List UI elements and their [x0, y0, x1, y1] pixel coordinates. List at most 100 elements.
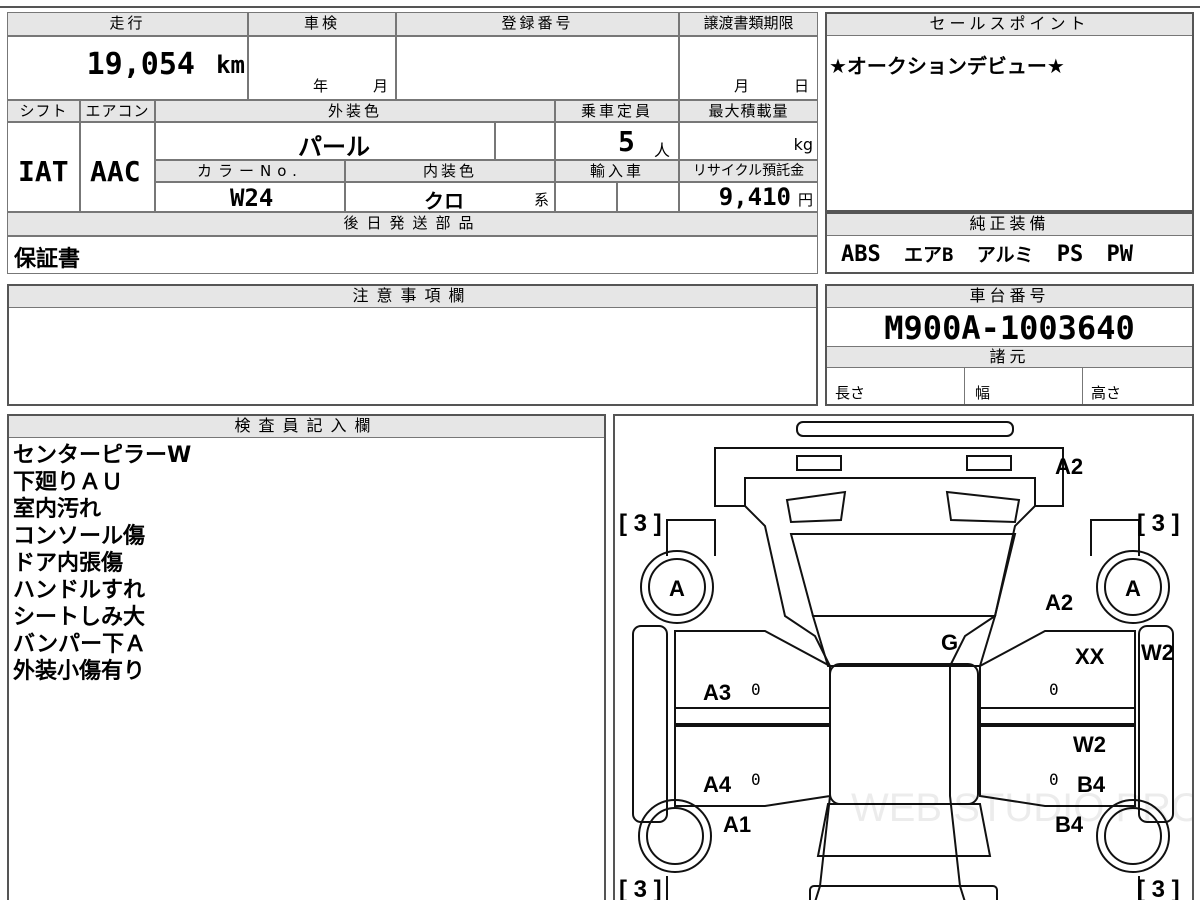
tire-tread-front-left: [ 3 ] — [619, 510, 662, 537]
equipment-abs: ABS — [841, 242, 881, 267]
inspector-note: 下廻りＡＵ — [13, 470, 124, 495]
sales-points-header: セールスポイント — [827, 14, 1192, 36]
tire-tread-front-right: [ 3 ] — [1137, 510, 1180, 537]
fender-rear-right-mark: B4 — [1055, 812, 1084, 837]
import-header: 輸入車 — [555, 160, 679, 182]
zero-mark-rear-right: 0 — [1049, 770, 1059, 789]
shaken-month-unit: 月 — [373, 77, 389, 95]
recycle-unit: 円 — [797, 191, 813, 209]
sill-right-mark: W2 — [1141, 640, 1174, 665]
max-load-cell: kg — [679, 122, 818, 160]
inspector-header: 検査員記入欄 — [9, 416, 604, 438]
equipment-list: ABS エアB アルミ PS PW — [841, 240, 1133, 267]
zero-mark-front-right: 0 — [1049, 680, 1059, 699]
max-load-unit: kg — [793, 135, 813, 154]
tire-tread-rear-right: [ 3 ] — [1137, 876, 1180, 900]
inspector-note: 室内汚れ — [13, 497, 102, 522]
inspector-note: 外装小傷有り — [13, 659, 146, 684]
watermark: WEB STUDIO PRO — [851, 786, 1194, 830]
rear-door-left-mark: A4 — [703, 772, 732, 797]
equipment-airbag: エアB — [904, 244, 954, 266]
fender-front-right-mark: A2 — [1045, 590, 1074, 615]
transfer-deadline-header: 譲渡書類期限 — [679, 12, 818, 36]
wheel-front-right-mark: A — [1125, 576, 1141, 601]
vehicle-info-panel: 走行 車検 登録番号 譲渡書類期限 19,054 km 年 月 月 日 シフト … — [7, 12, 818, 274]
front-door-right-mark: XX — [1075, 644, 1105, 669]
exterior-color-extra-cell — [495, 122, 555, 160]
spec-length: 長さ — [827, 368, 965, 404]
shaken-cell: 年 月 — [248, 36, 396, 100]
later-parts-cell: 保証書 — [7, 236, 818, 274]
shift-header: シフト — [7, 100, 80, 122]
later-parts-value: 保証書 — [14, 247, 81, 272]
transfer-day-unit: 日 — [794, 77, 810, 95]
equipment-pw: PW — [1106, 242, 1134, 267]
shaken-header: 車検 — [248, 12, 396, 36]
inspector-note: バンパー下Ａ — [13, 632, 147, 657]
chassis-panel: 車台番号 M900A-1003640 諸元 長さ 幅 高さ — [825, 284, 1194, 406]
mileage-header: 走行 — [7, 12, 248, 36]
equipment-alloy: アルミ — [976, 244, 1034, 266]
exterior-color-header: 外装色 — [155, 100, 555, 122]
zero-mark-rear-left: 0 — [751, 770, 761, 789]
shift-cell: IAT — [7, 122, 80, 212]
inspector-note: コンソール傷 — [13, 524, 146, 549]
shift-value: IAT — [18, 155, 69, 188]
windshield-mark: G — [941, 630, 959, 655]
max-load-header: 最大積載量 — [679, 100, 818, 122]
equipment-ps: PS — [1056, 242, 1084, 267]
fender-rear-left-mark: A1 — [723, 812, 752, 837]
caution-panel: 注意事項欄 — [7, 284, 818, 406]
capacity-value: 5 — [618, 125, 635, 158]
inspector-note: ハンドルすれ — [13, 578, 146, 603]
mileage-value: 19,054 — [86, 47, 195, 82]
mileage-cell: 19,054 km — [7, 36, 248, 100]
tire-tread-rear-left: [ 3 ] — [619, 876, 662, 900]
interior-color-cell: クロ 系 — [345, 182, 555, 213]
import-cell-b — [617, 182, 679, 212]
front-door-left-mark: A3 — [703, 680, 732, 705]
transfer-month-unit: 月 — [734, 77, 750, 95]
interior-color-value: クロ — [424, 189, 464, 213]
aircon-header: エアコン — [80, 100, 155, 122]
transfer-deadline-cell: 月 日 — [679, 36, 818, 100]
interior-color-header: 内装色 — [345, 160, 555, 182]
rear-door-right-mark: B4 — [1077, 772, 1106, 797]
recycle-cell: 9,410 円 — [679, 182, 818, 212]
shaken-year-unit: 年 — [313, 77, 329, 95]
capacity-cell: 5 人 — [555, 122, 679, 160]
inspector-panel: 検査員記入欄 センターピラーW 下廻りＡＵ 室内汚れ コンソール傷 ドア内張傷 … — [7, 414, 606, 900]
top-cropped-strip — [0, 0, 1200, 8]
import-cell-a — [555, 182, 617, 212]
spec-length-label: 長さ — [835, 384, 866, 402]
aircon-cell: AAC — [80, 122, 155, 212]
recycle-header: リサイクル預託金 — [679, 160, 818, 182]
spec-height: 高さ — [1083, 368, 1192, 404]
zero-mark-front-left: 0 — [751, 680, 761, 699]
color-no-cell: W24 — [155, 182, 345, 212]
mileage-unit: km — [216, 51, 245, 79]
caution-header: 注意事項欄 — [9, 286, 816, 308]
rear-door-right-upper-mark: W2 — [1073, 732, 1106, 757]
sales-points-text: ★オークションデビュー★ — [829, 54, 1065, 78]
aircon-value: AAC — [90, 155, 141, 188]
chassis-number: M900A-1003640 — [884, 309, 1135, 347]
sales-points-panel: セールスポイント ★オークションデビュー★ — [825, 12, 1194, 212]
capacity-unit: 人 — [654, 141, 671, 160]
spec-width: 幅 — [965, 368, 1083, 404]
damage-diagram-panel: WEB STUDIO PRO [ 3 ] [ 3 ] [ 3 ] [ 3 ] A… — [613, 414, 1194, 900]
wheel-front-left-mark: A — [669, 576, 685, 601]
spec-height-label: 高さ — [1091, 384, 1122, 402]
spec-width-label: 幅 — [975, 384, 991, 402]
later-parts-header: 後日発送部品 — [7, 212, 818, 236]
inspector-note: ドア内張傷 — [13, 551, 124, 576]
exterior-color-cell: パール — [155, 122, 495, 161]
front-bumper-mark: A2 — [1055, 454, 1084, 479]
registration-header: 登録番号 — [396, 12, 679, 36]
exterior-color-value: パール — [298, 133, 370, 161]
inspector-note: センターピラーW — [13, 443, 192, 468]
chassis-header: 車台番号 — [827, 286, 1192, 308]
recycle-value: 9,410 — [718, 183, 791, 211]
interior-color-suffix: 系 — [534, 191, 550, 209]
registration-cell — [396, 36, 679, 100]
